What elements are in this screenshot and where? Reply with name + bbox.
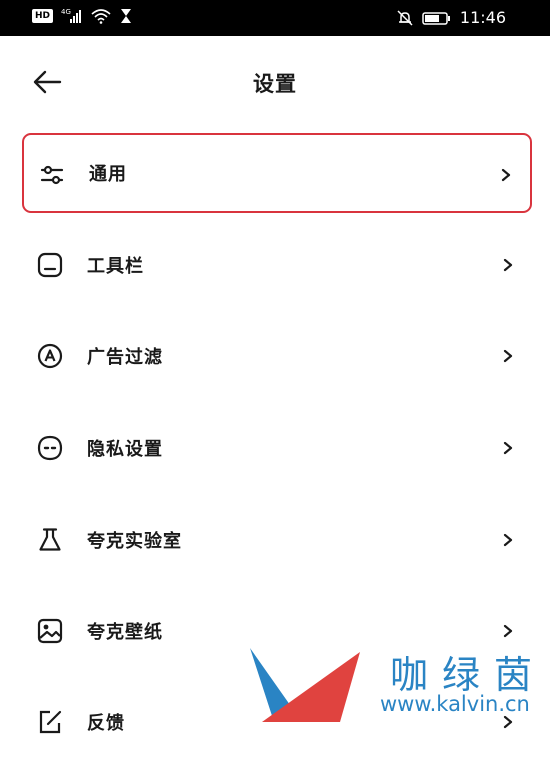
menu-item-label: 夸克壁纸	[87, 622, 163, 643]
battery-icon	[422, 12, 450, 25]
chevron-right-icon	[503, 533, 513, 547]
menu-item-quark-lab[interactable]: 夸克实验室	[22, 500, 532, 580]
chevron-right-icon	[503, 349, 513, 363]
chevron-right-icon	[503, 624, 513, 638]
menu-item-toolbar[interactable]: 工具栏	[22, 225, 532, 305]
menu-item-label: 隐私设置	[87, 439, 163, 460]
privacy-face-icon	[36, 434, 64, 462]
network-type-label: 4G	[61, 8, 71, 16]
chevron-right-icon	[503, 441, 513, 455]
chevron-right-icon	[503, 258, 513, 272]
toolbar-icon	[36, 251, 64, 279]
ad-filter-icon	[36, 342, 64, 370]
menu-item-general[interactable]: 通用	[22, 133, 532, 213]
menu-item-quark-wallpaper[interactable]: 夸克壁纸	[22, 591, 532, 671]
mute-bell-icon	[397, 10, 413, 26]
feedback-icon	[36, 708, 64, 736]
menu-item-privacy[interactable]: 隐私设置	[22, 408, 532, 488]
menu-item-label: 夸克实验室	[87, 531, 182, 552]
sliders-icon	[38, 161, 66, 189]
menu-item-ad-filter[interactable]: 广告过滤	[22, 316, 532, 396]
wallpaper-icon	[36, 617, 64, 645]
status-left: HD 4G	[32, 8, 133, 24]
wifi-icon	[91, 9, 111, 24]
flask-icon	[36, 526, 64, 554]
chevron-right-icon	[501, 168, 511, 182]
status-right: 11:46	[396, 8, 506, 28]
menu-item-label: 通用	[89, 164, 127, 185]
signal-icon: 4G	[61, 8, 82, 23]
menu-item-label: 广告过滤	[87, 347, 163, 368]
page-title: 设置	[253, 72, 297, 96]
hd-badge: HD	[32, 9, 54, 23]
clock: 11:46	[459, 8, 506, 27]
chevron-right-icon	[503, 715, 513, 729]
menu-item-label: 反馈	[87, 713, 125, 734]
hourglass-icon	[121, 9, 132, 23]
status-bar: HD 4G 11:46	[0, 0, 550, 36]
menu-item-feedback[interactable]: 反馈	[22, 682, 532, 762]
app-header: 设置	[0, 36, 550, 128]
menu-item-label: 工具栏	[87, 256, 144, 277]
